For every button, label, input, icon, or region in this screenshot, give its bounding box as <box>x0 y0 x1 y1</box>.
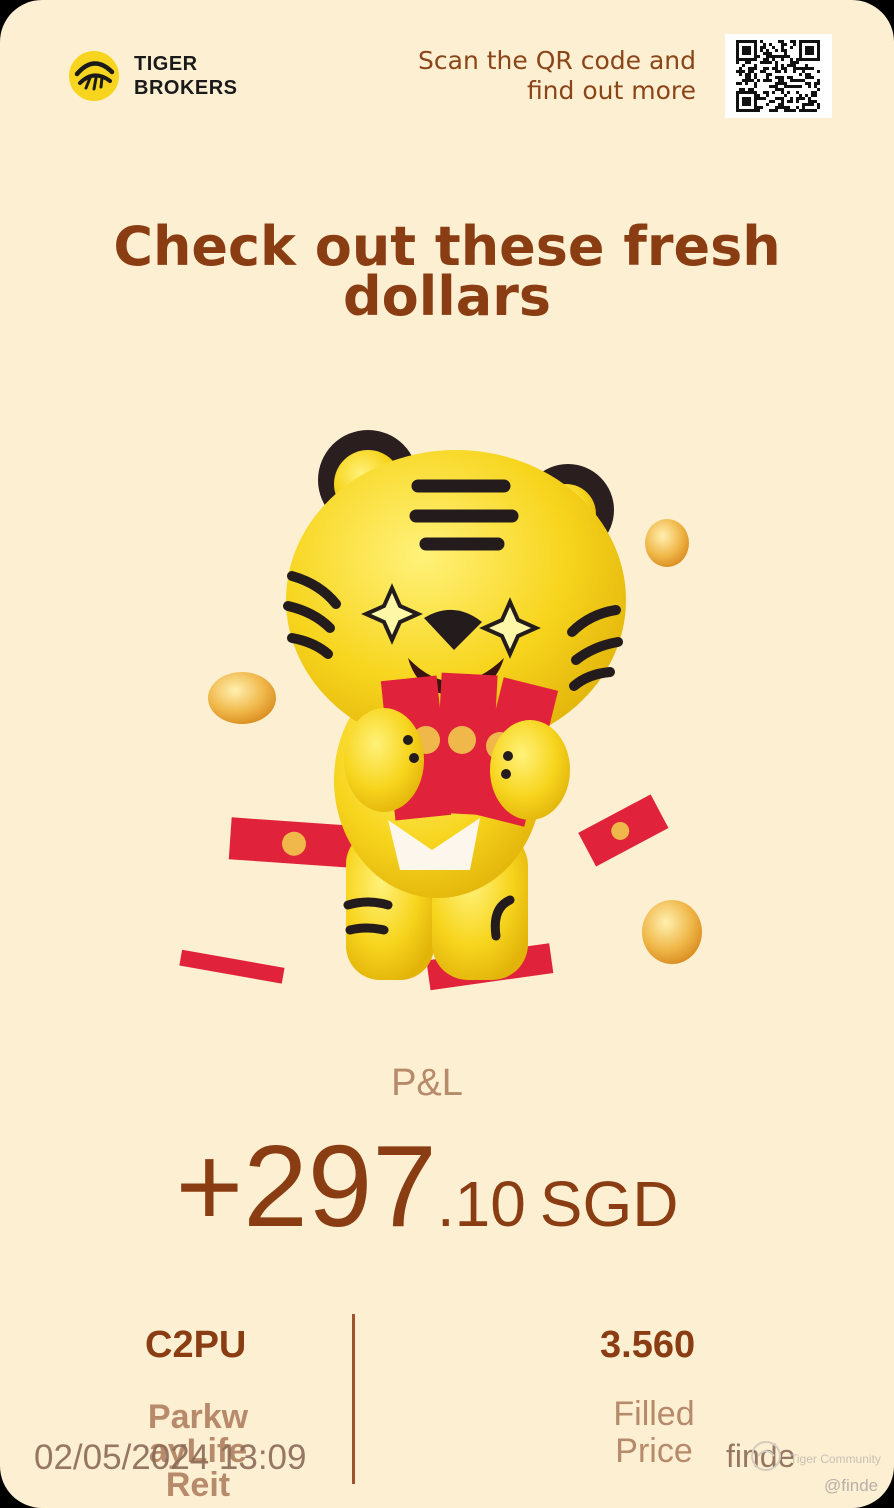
timestamp: 02/05/2024 13:09 <box>34 1438 307 1477</box>
stock-symbol: C2PU <box>145 1324 247 1366</box>
watermark-brand: Tiger Community <box>790 1452 881 1466</box>
red-packet-icon <box>578 794 669 867</box>
filled-price-value: 3.560 <box>600 1324 696 1366</box>
watermark-handle: @finde <box>824 1476 879 1495</box>
pnl-label: P&L <box>391 1062 463 1104</box>
company-line1: Parkw <box>147 1398 249 1436</box>
pnl-value-decimal: .10 <box>436 1168 526 1240</box>
pnl-value: +297.10 SGD <box>0 1128 854 1244</box>
headline: Check out these fresh dollars <box>0 220 894 328</box>
headline-line2: dollars <box>343 265 551 328</box>
tiger-mascot-illustration <box>179 430 702 991</box>
filled-price-label-line2: Price <box>615 1432 693 1470</box>
brand-line1: TIGER <box>134 53 198 75</box>
brand: TIGER BROKERS <box>68 50 238 102</box>
qr-code-icon <box>736 40 820 112</box>
red-packet-icon <box>179 949 285 984</box>
qr-caption: Scan the QR code and find out more <box>418 46 696 106</box>
brand-name: TIGER BROKERS <box>134 52 238 100</box>
tiger-logo-icon <box>69 51 119 101</box>
filled-price-label: Filled Price <box>592 1396 716 1470</box>
share-card: TIGER BROKERS Scan the QR code and find … <box>0 0 894 1508</box>
filled-price-label-line1: Filled <box>613 1395 695 1433</box>
brand-line2: BROKERS <box>134 77 238 99</box>
community-logo-icon <box>751 1441 781 1471</box>
coin-icon <box>642 900 702 964</box>
qr-caption-line1: Scan the QR code and <box>418 46 696 75</box>
qr-caption-line2: find out more <box>526 76 696 105</box>
column-divider <box>352 1314 355 1484</box>
qr-code[interactable] <box>725 34 832 118</box>
pnl-currency: SGD <box>539 1168 679 1240</box>
coin-icon <box>645 519 689 567</box>
coin-icon <box>208 672 276 724</box>
red-packet-icon <box>228 817 362 869</box>
pnl-value-main: +297 <box>175 1121 437 1251</box>
